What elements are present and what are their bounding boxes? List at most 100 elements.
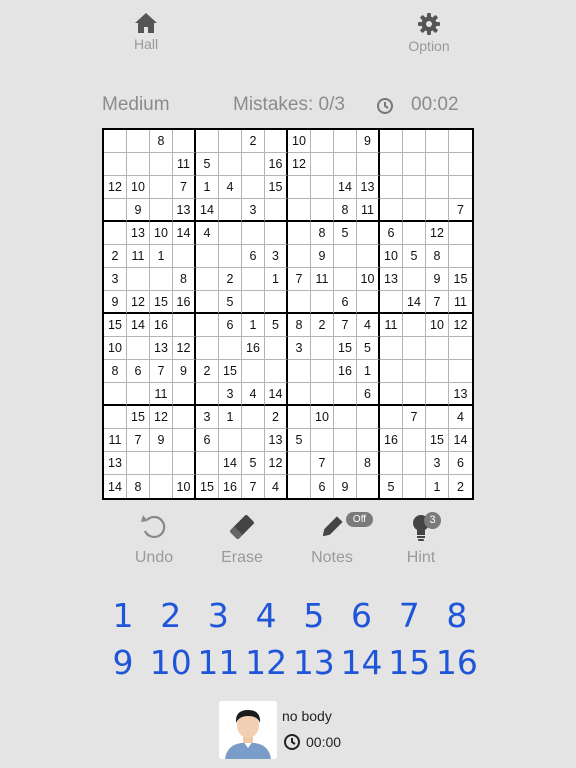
board-cell[interactable]: 12 [265,452,288,475]
board-cell[interactable]: 11 [173,153,196,176]
board-cell[interactable] [311,337,334,360]
board-cell[interactable] [334,268,357,291]
board-cell[interactable] [173,406,196,429]
board-cell[interactable]: 8 [173,268,196,291]
board-cell[interactable]: 6 [334,291,357,314]
board-cell[interactable]: 5 [265,314,288,337]
board-cell[interactable]: 9 [104,291,127,314]
board-cell[interactable]: 2 [196,360,219,383]
board-cell[interactable] [288,383,311,406]
number-key[interactable]: 11 [195,643,241,683]
board-cell[interactable] [127,130,150,153]
board-cell[interactable] [403,360,426,383]
board-cell[interactable] [311,130,334,153]
board-cell[interactable]: 6 [219,314,242,337]
board-cell[interactable] [219,222,242,245]
board-cell[interactable] [265,199,288,222]
board-cell[interactable]: 5 [357,337,380,360]
board-cell[interactable] [426,130,449,153]
board-cell[interactable]: 16 [334,360,357,383]
board-cell[interactable] [173,429,196,452]
board-cell[interactable]: 3 [426,452,449,475]
board-cell[interactable]: 8 [150,130,173,153]
board-cell[interactable] [334,383,357,406]
board-cell[interactable] [288,452,311,475]
board-cell[interactable]: 1 [357,360,380,383]
board-cell[interactable] [127,268,150,291]
board-cell[interactable] [380,153,403,176]
board-cell[interactable]: 15 [127,406,150,429]
board-cell[interactable]: 13 [380,268,403,291]
board-cell[interactable]: 4 [265,475,288,498]
board-cell[interactable] [150,153,173,176]
board-cell[interactable]: 2 [311,314,334,337]
board-cell[interactable] [357,153,380,176]
board-cell[interactable]: 7 [242,475,265,498]
board-cell[interactable] [127,383,150,406]
board-cell[interactable] [219,153,242,176]
board-cell[interactable] [403,429,426,452]
board-cell[interactable]: 15 [150,291,173,314]
board-cell[interactable] [334,452,357,475]
board-cell[interactable] [219,130,242,153]
board-cell[interactable] [426,176,449,199]
board-cell[interactable] [288,360,311,383]
board-cell[interactable]: 6 [311,475,334,498]
board-cell[interactable] [380,360,403,383]
board-cell[interactable]: 1 [150,245,173,268]
board-cell[interactable]: 12 [288,153,311,176]
board-cell[interactable]: 7 [426,291,449,314]
board-cell[interactable]: 4 [357,314,380,337]
board-cell[interactable] [104,383,127,406]
board-cell[interactable]: 12 [127,291,150,314]
board-cell[interactable] [104,222,127,245]
board-cell[interactable]: 8 [104,360,127,383]
board-cell[interactable]: 5 [403,245,426,268]
board-cell[interactable]: 7 [127,429,150,452]
board-cell[interactable] [403,222,426,245]
board-cell[interactable] [219,245,242,268]
board-cell[interactable] [380,452,403,475]
board-cell[interactable] [150,176,173,199]
board-cell[interactable]: 15 [104,314,127,337]
avatar[interactable] [219,701,277,759]
board-cell[interactable] [449,337,472,360]
undo-button[interactable]: Undo [114,511,194,567]
board-cell[interactable]: 4 [219,176,242,199]
board-cell[interactable]: 4 [196,222,219,245]
board-cell[interactable] [150,475,173,498]
number-key[interactable]: 15 [386,643,432,683]
number-key[interactable]: 10 [148,643,194,683]
board-cell[interactable] [196,383,219,406]
board-cell[interactable]: 15 [449,268,472,291]
board-cell[interactable] [196,245,219,268]
number-key[interactable]: 14 [339,643,385,683]
board-cell[interactable] [196,452,219,475]
number-key[interactable]: 1 [100,596,146,636]
board-cell[interactable]: 14 [334,176,357,199]
board-cell[interactable]: 13 [127,222,150,245]
board-cell[interactable] [265,291,288,314]
board-cell[interactable]: 12 [104,176,127,199]
board-cell[interactable]: 8 [426,245,449,268]
board-cell[interactable] [265,222,288,245]
board-cell[interactable]: 14 [173,222,196,245]
board-cell[interactable]: 3 [196,406,219,429]
board-cell[interactable] [196,337,219,360]
board-cell[interactable]: 7 [334,314,357,337]
board-cell[interactable] [288,406,311,429]
board-cell[interactable]: 12 [426,222,449,245]
board-cell[interactable]: 12 [150,406,173,429]
number-key[interactable]: 16 [434,643,480,683]
board-cell[interactable] [219,429,242,452]
board-cell[interactable] [288,291,311,314]
board-cell[interactable] [150,199,173,222]
board-cell[interactable]: 10 [173,475,196,498]
board-cell[interactable] [380,291,403,314]
board-cell[interactable]: 5 [288,429,311,452]
board-cell[interactable]: 7 [403,406,426,429]
board-cell[interactable]: 4 [242,383,265,406]
board-cell[interactable]: 5 [334,222,357,245]
board-cell[interactable] [380,383,403,406]
board-cell[interactable]: 16 [265,153,288,176]
